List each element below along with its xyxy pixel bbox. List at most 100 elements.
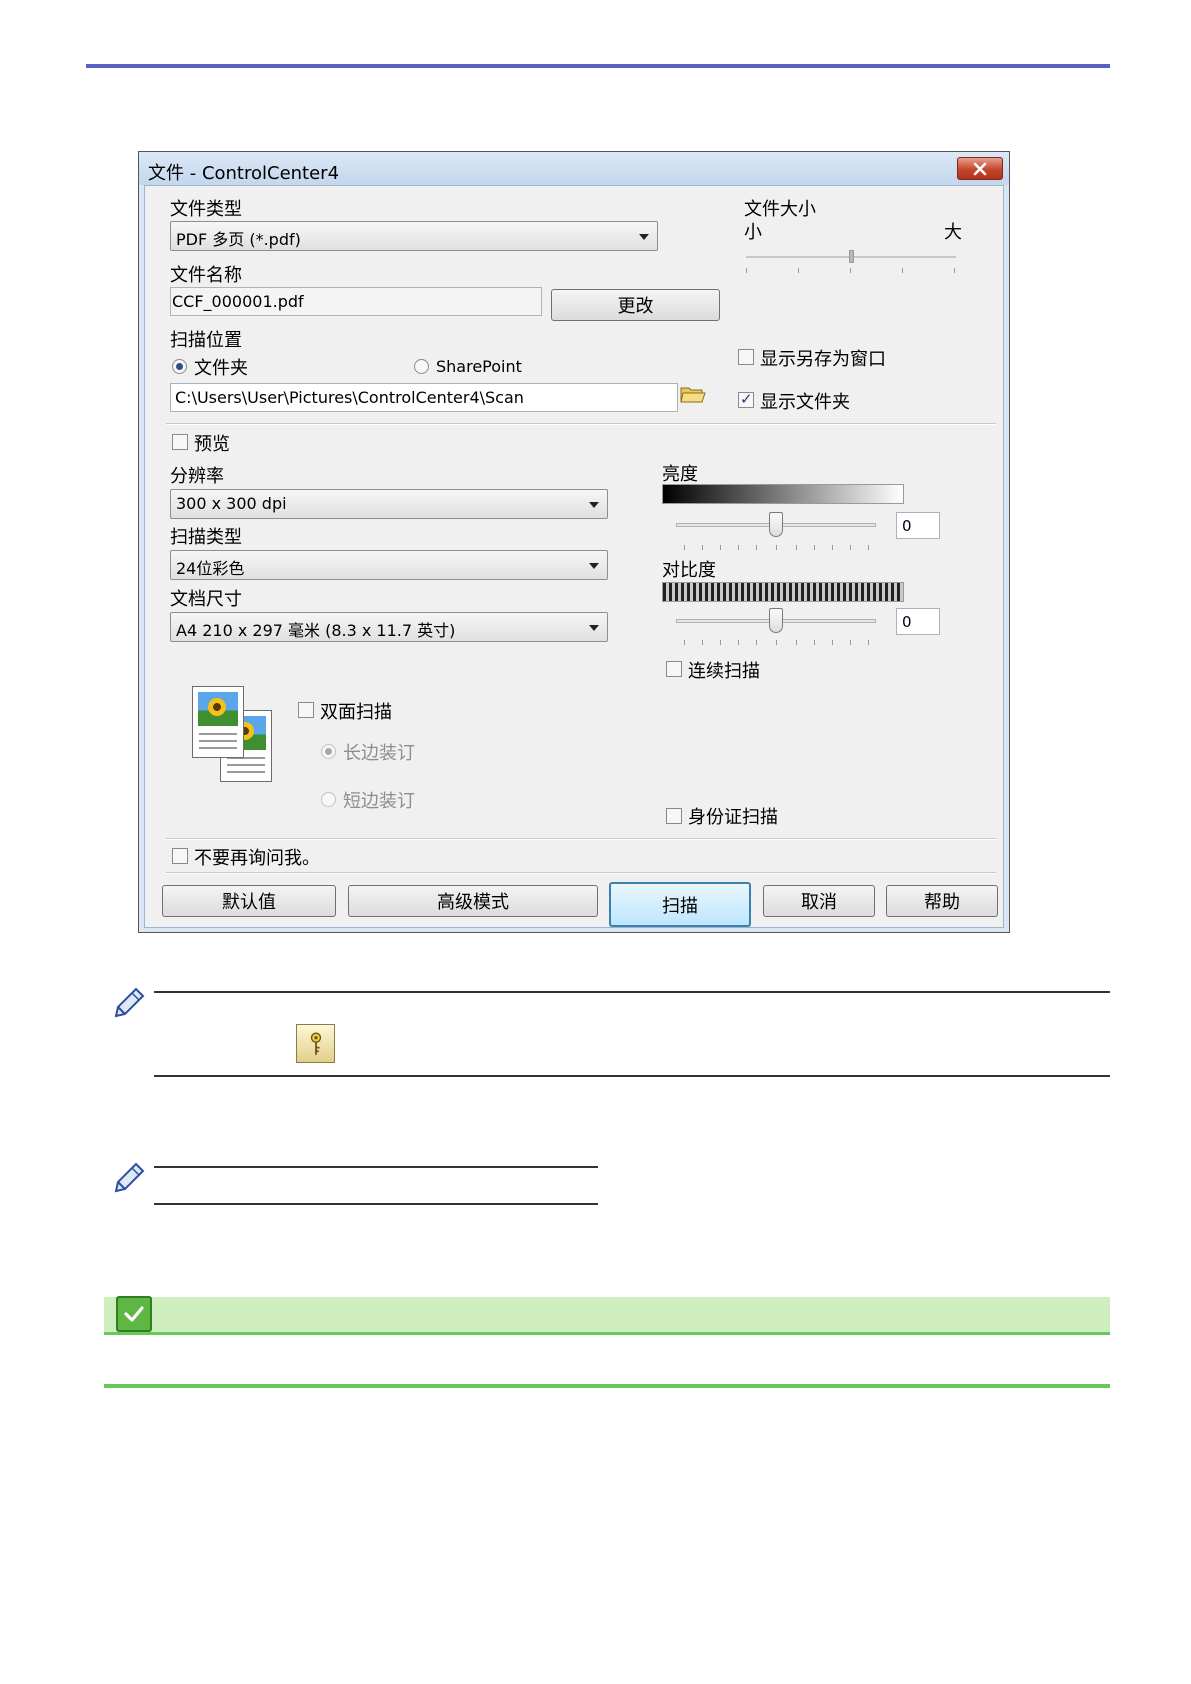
contrast-tick — [684, 640, 685, 645]
contrast-tick — [738, 640, 739, 645]
sunflower-icon — [208, 698, 226, 716]
sharepoint-radio[interactable] — [414, 359, 429, 374]
dont-ask-again-label: 不要再询问我。 — [194, 848, 320, 869]
show-folder-checkbox[interactable] — [738, 390, 754, 408]
resolution-select[interactable]: 300 x 300 dpi — [170, 489, 608, 519]
file-size-tick — [798, 268, 799, 273]
long-edge-binding-radio[interactable] — [321, 744, 336, 759]
preview-label: 预览 — [194, 434, 230, 455]
scan-path-value: C:\Users\User\Pictures\ControlCenter4\Sc… — [175, 388, 524, 407]
related-info-band — [104, 1297, 1110, 1335]
contrast-tick — [776, 640, 777, 645]
contrast-slider-thumb[interactable] — [769, 608, 783, 633]
text-line — [227, 764, 265, 766]
contrast-value-field[interactable]: 0 — [896, 608, 940, 635]
separator — [166, 838, 996, 840]
brightness-tick — [738, 545, 739, 550]
file-type-value: PDF 多页 (*.pdf) — [176, 230, 301, 249]
change-filename-button[interactable]: 更改 — [551, 289, 720, 321]
separator — [166, 872, 996, 874]
contrast-value: 0 — [902, 613, 912, 631]
page-top-rule — [86, 64, 1110, 68]
long-edge-binding-label: 长边装订 — [343, 743, 415, 764]
scan-button[interactable]: 扫描 — [609, 882, 751, 927]
contrast-tick — [796, 640, 797, 645]
chevron-down-icon — [589, 502, 599, 508]
document-size-label: 文档尺寸 — [170, 589, 242, 610]
key-icon — [296, 1024, 335, 1063]
file-type-label: 文件类型 — [170, 199, 242, 220]
pencil-icon — [114, 1162, 145, 1193]
note-top-rule — [154, 991, 1110, 993]
file-name-label: 文件名称 — [170, 265, 242, 286]
checkmark-icon — [116, 1296, 152, 1332]
preview-checkbox[interactable] — [172, 434, 188, 450]
file-name-field[interactable]: CCF_000001.pdf — [170, 287, 542, 316]
folder-radio[interactable] — [172, 359, 187, 374]
pencil-icon — [114, 987, 145, 1018]
duplex-scan-checkbox[interactable] — [298, 702, 314, 718]
resolution-label: 分辨率 — [170, 466, 224, 487]
separator — [166, 423, 996, 425]
file-size-thumb[interactable] — [849, 250, 854, 263]
contrast-pattern-bar — [662, 582, 904, 602]
dont-ask-again-checkbox[interactable] — [172, 848, 188, 864]
file-name-value: CCF_000001.pdf — [172, 292, 304, 311]
file-size-tick — [902, 268, 903, 273]
note-bottom-rule — [154, 1075, 1110, 1077]
related-info-bottom-rule — [104, 1384, 1110, 1388]
contrast-tick — [868, 640, 869, 645]
resolution-value: 300 x 300 dpi — [176, 494, 287, 513]
contrast-tick — [814, 640, 815, 645]
cancel-button[interactable]: 取消 — [763, 885, 875, 917]
brightness-value: 0 — [902, 517, 912, 535]
file-size-tick — [954, 268, 955, 273]
dialog-title: 文件 - ControlCenter4 — [148, 163, 340, 184]
brightness-tick — [720, 545, 721, 550]
note-bottom-rule — [154, 1203, 598, 1205]
duplex-scan-label: 双面扫描 — [320, 702, 392, 723]
scan-location-label: 扫描位置 — [170, 330, 242, 351]
brightness-tick — [868, 545, 869, 550]
help-button[interactable]: 帮助 — [886, 885, 998, 917]
scan-type-value: 24位彩色 — [176, 559, 245, 578]
close-button[interactable] — [957, 157, 1003, 180]
scan-type-select[interactable]: 24位彩色 — [170, 550, 608, 580]
chevron-down-icon — [589, 625, 599, 631]
file-size-tick — [746, 268, 747, 273]
contrast-tick — [850, 640, 851, 645]
chevron-down-icon — [639, 234, 649, 240]
scan-type-label: 扫描类型 — [170, 527, 242, 548]
continuous-scan-label: 连续扫描 — [688, 661, 760, 682]
default-button[interactable]: 默认值 — [162, 885, 336, 917]
contrast-tick — [702, 640, 703, 645]
continuous-scan-checkbox[interactable] — [666, 661, 682, 677]
brightness-value-field[interactable]: 0 — [896, 512, 940, 539]
document-size-select[interactable]: A4 210 x 297 毫米 (8.3 x 11.7 英寸) — [170, 612, 608, 642]
id-card-scan-label: 身份证扫描 — [688, 807, 778, 828]
scan-path-field[interactable]: C:\Users\User\Pictures\ControlCenter4\Sc… — [170, 383, 678, 412]
text-line — [199, 747, 237, 749]
short-edge-binding-label: 短边装订 — [343, 791, 415, 812]
contrast-tick — [756, 640, 757, 645]
file-type-select[interactable]: PDF 多页 (*.pdf) — [170, 221, 658, 251]
text-line — [199, 740, 237, 742]
show-save-as-window-label: 显示另存为窗口 — [760, 349, 886, 370]
brightness-tick — [796, 545, 797, 550]
brightness-tick — [814, 545, 815, 550]
short-edge-binding-radio[interactable] — [321, 792, 336, 807]
brightness-tick — [832, 545, 833, 550]
text-line — [199, 733, 237, 735]
dialog-titlebar: 文件 - ControlCenter4 — [139, 152, 1009, 185]
brightness-gradient-bar — [662, 484, 904, 504]
show-save-as-window-checkbox[interactable] — [738, 349, 754, 365]
file-size-large-label: 大 — [944, 222, 962, 243]
brightness-tick — [702, 545, 703, 550]
advanced-mode-button[interactable]: 高级模式 — [348, 885, 598, 917]
contrast-tick — [720, 640, 721, 645]
brightness-slider-thumb[interactable] — [769, 512, 783, 537]
folder-icon[interactable] — [680, 384, 706, 404]
id-card-scan-checkbox[interactable] — [666, 808, 682, 824]
brightness-label: 亮度 — [662, 464, 698, 485]
brightness-tick — [776, 545, 777, 550]
